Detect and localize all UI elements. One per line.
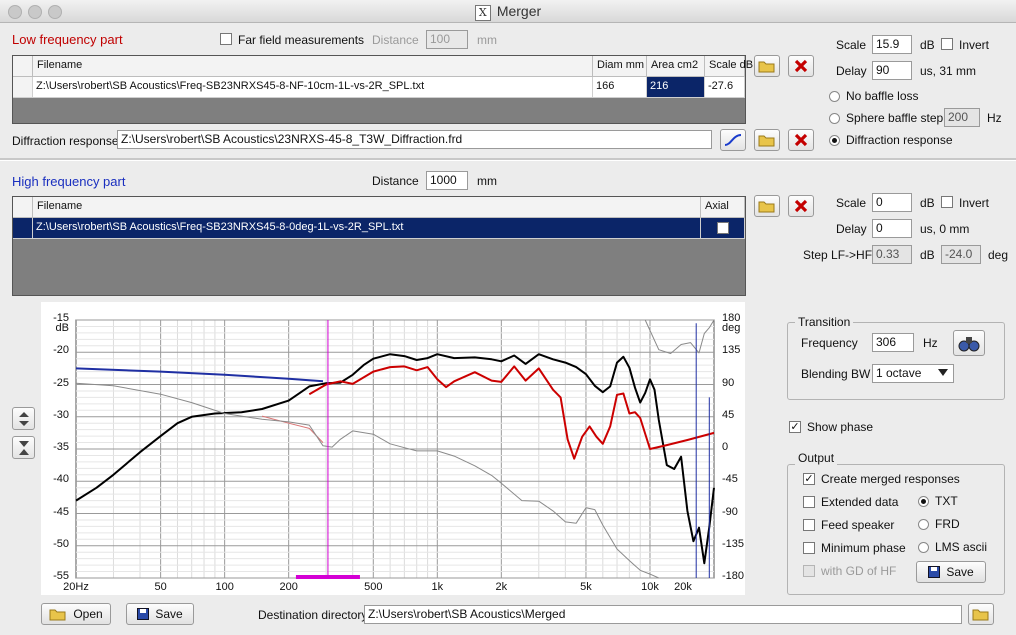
y-tick-label: -20 — [53, 344, 69, 357]
y-right-tick-label: 90 — [722, 376, 735, 389]
gd-of-hf-label: with GD of HF — [821, 564, 897, 578]
create-merged-label: Create merged responses — [821, 472, 960, 486]
x-tick-label: 100 — [215, 581, 234, 593]
y-tick-label: -50 — [53, 537, 69, 550]
x-tick-label: 1k — [431, 581, 444, 593]
transition-frequency-unit: Hz — [923, 336, 938, 350]
open-button[interactable]: Open — [41, 603, 111, 625]
x-tick-label: 50 — [154, 581, 167, 593]
y-right-tick-label: 0 — [722, 441, 729, 453]
zoom-in-button[interactable] — [12, 407, 35, 430]
y-right-tick-label: -90 — [722, 505, 738, 518]
gd-of-hf-checkbox[interactable] — [803, 565, 815, 577]
x-tick-label: 2k — [495, 581, 508, 593]
feed-speaker-label: Feed speaker — [821, 518, 895, 532]
save-button[interactable]: Save — [126, 603, 194, 625]
y-tick-label: -35 — [53, 441, 69, 453]
output-save-button[interactable]: Save — [916, 561, 986, 583]
transition-frequency-label: Frequency — [801, 336, 858, 350]
folder-icon — [49, 609, 66, 621]
y-right-tick-label: -180 — [722, 570, 745, 582]
format-lms-label: LMS ascii — [935, 540, 988, 554]
transition-frequency-input[interactable]: 306 — [872, 333, 914, 352]
format-lms-radio[interactable] — [918, 542, 929, 553]
minimum-phase-checkbox[interactable] — [803, 542, 815, 554]
y-right-tick-label: -135 — [722, 537, 745, 550]
blending-bw-label: Blending BW — [801, 367, 871, 381]
format-txt-radio[interactable] — [918, 496, 929, 507]
y-right-tick-label: -45 — [722, 473, 738, 486]
x-tick-label: 5k — [580, 581, 592, 593]
find-transition-button[interactable] — [953, 330, 985, 356]
y-right-tick-label: 135 — [722, 344, 741, 357]
transition-title: Transition — [795, 315, 854, 329]
floppy-disk-icon — [137, 608, 150, 620]
extended-data-label: Extended data — [821, 495, 899, 509]
destination-browse-button[interactable] — [968, 603, 994, 625]
y-right-tick-label: 180 — [722, 312, 741, 324]
destination-label: Destination directory — [258, 608, 368, 622]
x-tick-label: 500 — [364, 581, 383, 593]
y-tick-label: -15 — [53, 312, 69, 324]
minimum-phase-label: Minimum phase — [821, 541, 906, 555]
y-tick-label: -25 — [53, 376, 69, 389]
collapse-vertical-icon — [18, 440, 29, 455]
feed-speaker-checkbox[interactable] — [803, 519, 815, 531]
destination-input[interactable]: Z:\Users\robert\SB Acoustics\Merged — [364, 605, 962, 624]
y-tick-label: -40 — [53, 473, 69, 486]
x-tick-label: 20k — [674, 581, 692, 593]
y-tick-label: -30 — [53, 408, 69, 421]
expand-vertical-icon — [18, 411, 29, 426]
create-merged-checkbox[interactable]: ✓ — [803, 473, 815, 485]
show-phase-label: Show phase — [807, 420, 874, 434]
x-tick-label: 20Hz — [63, 581, 89, 593]
binoculars-icon — [958, 337, 980, 352]
x-tick-label: 200 — [279, 581, 298, 593]
y-right-tick-label: 45 — [722, 408, 735, 421]
chevron-down-icon — [938, 369, 948, 376]
format-frd-label: FRD — [935, 517, 960, 531]
y-tick-label: -45 — [53, 505, 69, 518]
zoom-out-button[interactable] — [12, 436, 35, 459]
format-txt-label: TXT — [935, 494, 958, 508]
show-phase-checkbox[interactable]: ✓ — [789, 421, 801, 433]
y-tick-label: -55 — [53, 570, 69, 582]
floppy-disk-icon — [928, 566, 941, 578]
folder-icon — [972, 609, 989, 621]
extended-data-checkbox[interactable] — [803, 496, 815, 508]
output-title: Output — [795, 451, 838, 465]
format-frd-radio[interactable] — [918, 519, 929, 530]
